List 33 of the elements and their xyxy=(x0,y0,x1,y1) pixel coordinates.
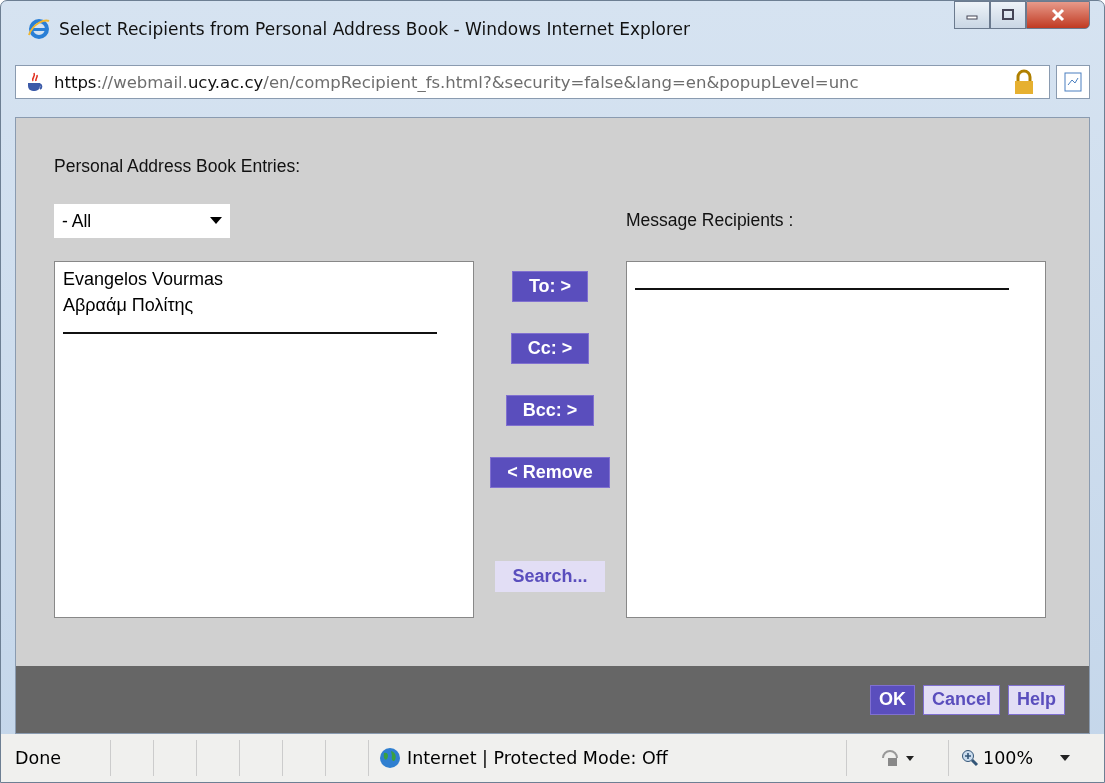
dialog-button[interactable]: Help xyxy=(1008,684,1065,715)
security-icon[interactable] xyxy=(879,748,916,768)
dropdown-caret-icon[interactable] xyxy=(1059,754,1072,762)
move-button[interactable]: Bcc: > xyxy=(505,395,595,426)
section-label: Personal Address Book Entries: xyxy=(54,156,302,178)
zone-text: Internet | Protected Mode: Off xyxy=(407,748,668,768)
move-button[interactable]: To: > xyxy=(511,271,589,302)
dialog-button[interactable]: OK xyxy=(869,684,915,715)
filter-dropdown[interactable]: - All xyxy=(54,204,230,238)
browser-logo-icon xyxy=(27,17,51,41)
move-button[interactable]: < Remove xyxy=(490,457,610,488)
dialog-button[interactable]: Cancel xyxy=(922,684,1000,715)
search-button[interactable]: Search... xyxy=(495,561,605,592)
section-label: Message Recipients : xyxy=(626,210,795,232)
address-field[interactable]: https://webmail.ucy.ac.cy/en/compRecipient_fs.html?&security=false&lang=en&popupLevel=unc xyxy=(15,65,1050,99)
list-item[interactable]: Αβραάμ Πολίτης xyxy=(63,292,465,318)
close-icon xyxy=(1050,8,1066,22)
zoom-icon xyxy=(961,749,979,767)
close-button[interactable] xyxy=(1026,1,1090,29)
minimize-button[interactable] xyxy=(954,1,990,29)
rss-feed-icon[interactable] xyxy=(1056,65,1090,99)
globe-icon xyxy=(379,747,401,769)
status-text: Done xyxy=(15,740,111,776)
entries-listbox[interactable]: Evangelos Vourmas Αβραάμ Πολίτης xyxy=(54,261,474,618)
list-item[interactable]: Evangelos Vourmas xyxy=(63,266,465,292)
dropdown-caret-icon xyxy=(210,217,222,225)
move-button[interactable]: Cc: > xyxy=(510,333,590,364)
window-title: Select Recipients from Personal Address Book - Windows Internet Explorer xyxy=(59,19,692,39)
zoom-level[interactable]: 100% xyxy=(983,748,1034,768)
maximize-button[interactable] xyxy=(990,1,1026,29)
url-text: https://webmail.ucy.ac.cy/en/compRecipient_fs.html?&security=false&lang=en&popupLevel=unc xyxy=(54,72,860,92)
lock-icon[interactable] xyxy=(1013,69,1035,95)
maximize-icon xyxy=(1001,9,1015,21)
